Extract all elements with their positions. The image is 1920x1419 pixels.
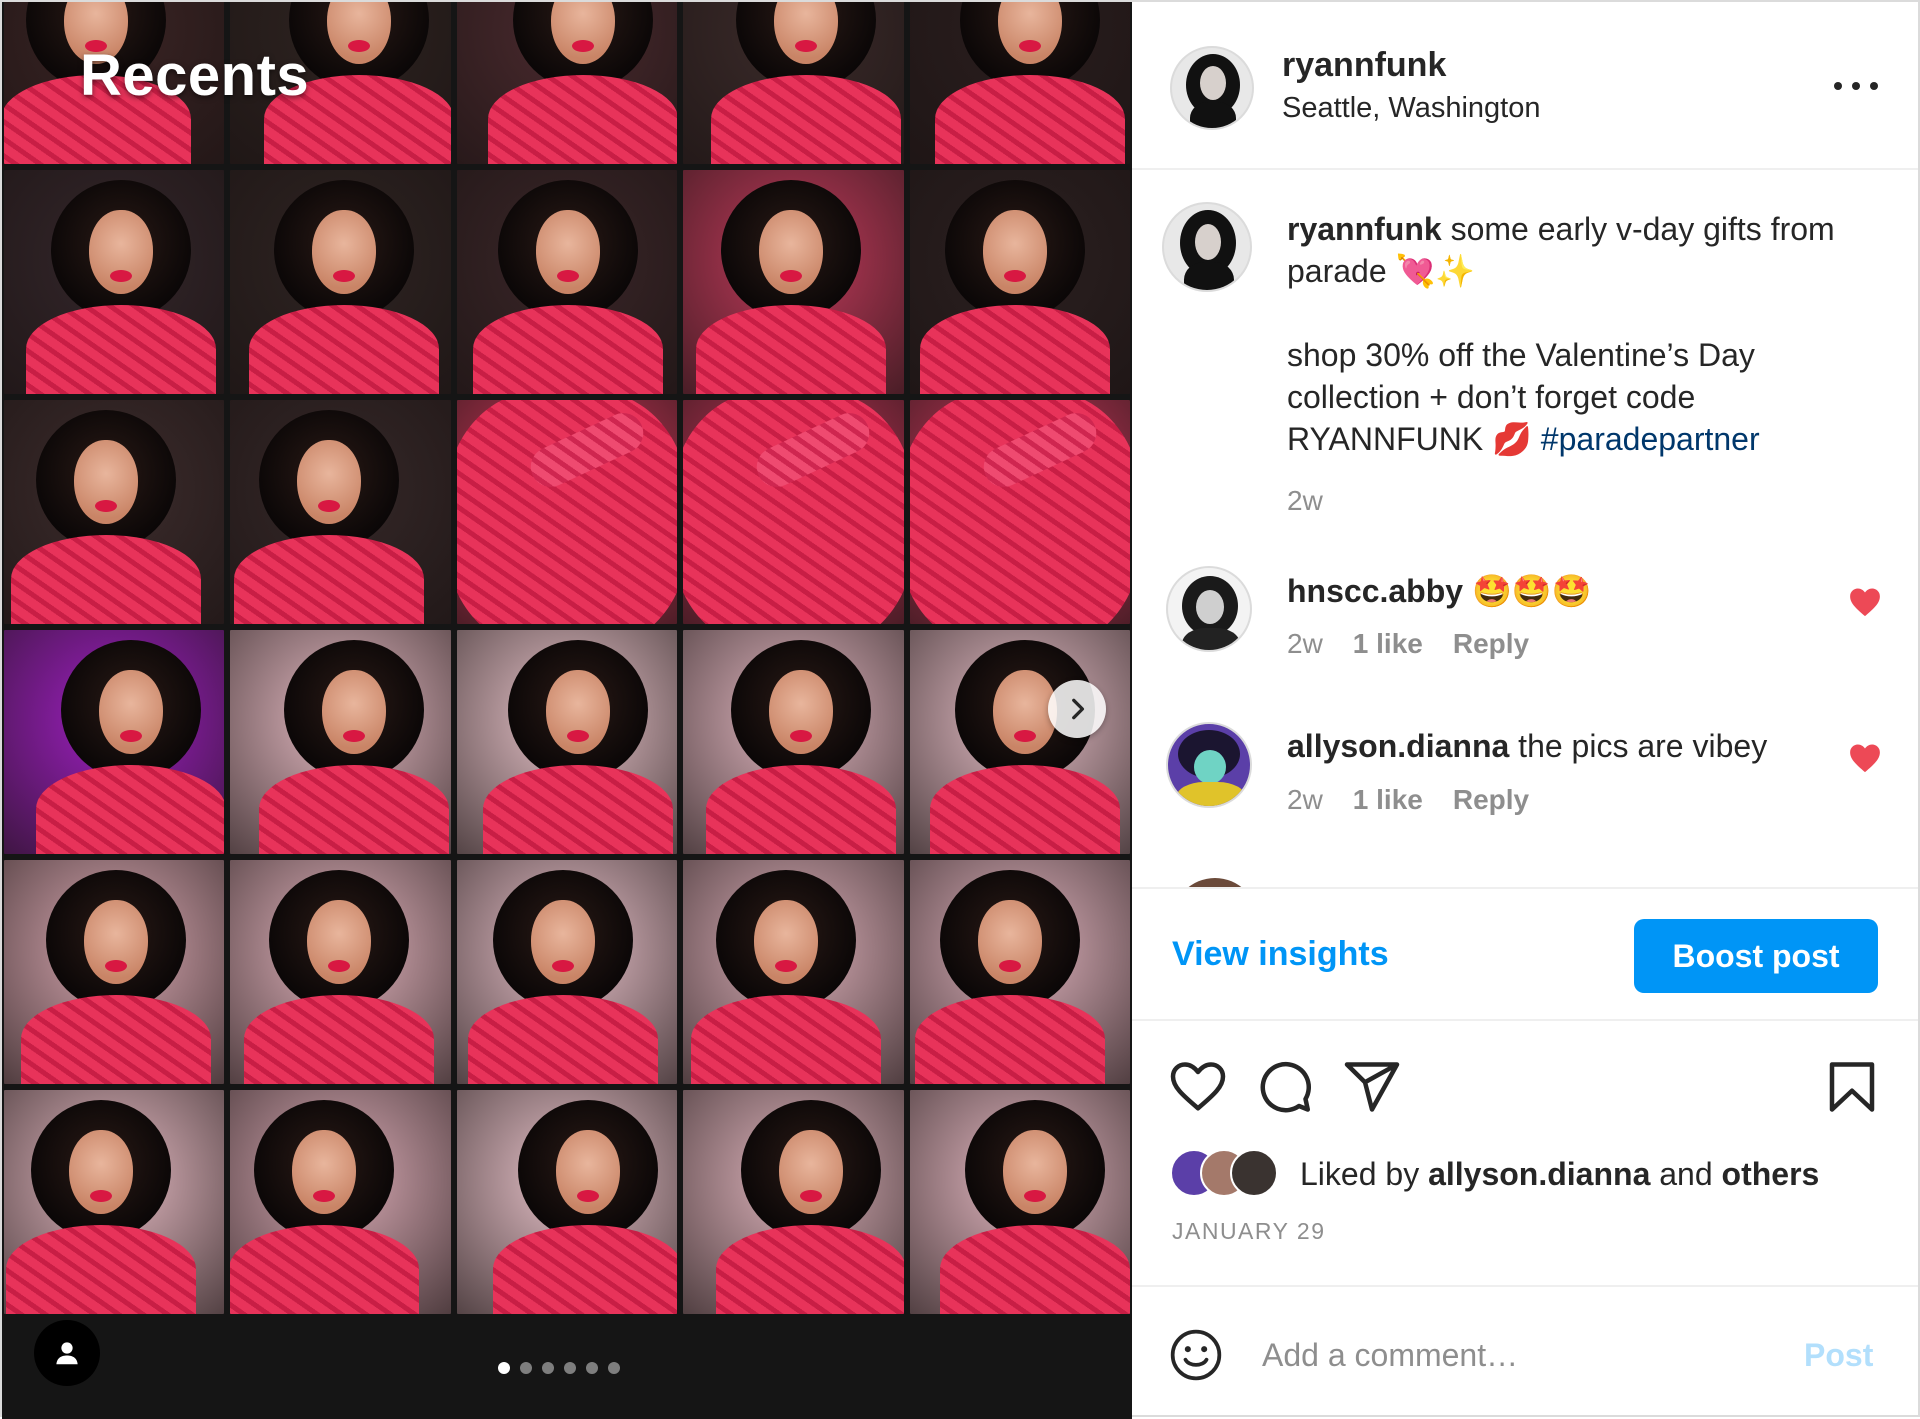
caption-username[interactable]: ryannfunk [1287, 211, 1442, 247]
bookmark-icon[interactable] [1822, 1057, 1882, 1117]
post-dialog: Recents ryannfunk Seattle, Washington ry… [0, 0, 1920, 1419]
photo-tile [4, 1090, 225, 1314]
comment-icon[interactable] [1254, 1057, 1314, 1117]
comments-scroll-area[interactable]: ryannfunk some early v-day gifts from pa… [1132, 172, 1918, 887]
add-comment-input[interactable] [1262, 1325, 1782, 1385]
photo-tile [4, 170, 225, 394]
photo-tile [909, 1090, 1130, 1314]
post-side-panel: ryannfunk Seattle, Washington ryannfunk … [1132, 2, 1918, 1415]
add-comment-bar: Post [1132, 1285, 1918, 1415]
liked-by-summary[interactable]: Liked by allyson.dianna and others [1170, 1149, 1819, 1199]
photo-tile [909, 400, 1130, 624]
more-options-button[interactable] [1830, 66, 1884, 106]
caption-hashtag[interactable]: #paradepartner [1541, 421, 1760, 457]
chevron-right-icon [1072, 698, 1085, 720]
liked-by-others[interactable]: others [1722, 1156, 1820, 1193]
photo-tile [683, 860, 904, 1084]
comment-reply-button[interactable]: Reply [1453, 628, 1529, 660]
carousel-indicator [498, 1362, 620, 1374]
photo-tile [4, 860, 225, 1084]
commenter-username[interactable]: hnscc.abby [1287, 573, 1463, 609]
liker-avatar [1230, 1149, 1278, 1197]
post-date[interactable]: JANUARY 29 [1172, 1218, 1326, 1245]
author-username[interactable]: ryannfunk [1282, 46, 1446, 85]
photo-tile [230, 630, 451, 854]
photo-tile [909, 860, 1130, 1084]
carousel-next-button[interactable] [1048, 680, 1106, 738]
comment-item: hnscc.abby 🤩🤩🤩 2w 1 like Reply [1132, 566, 1918, 696]
post-media[interactable]: Recents [2, 2, 1132, 1419]
photo-tile [456, 400, 678, 624]
carousel-dot [542, 1362, 554, 1374]
photo-tile [909, 170, 1130, 394]
post-location[interactable]: Seattle, Washington [1282, 92, 1540, 125]
emoji-icon[interactable] [1168, 1327, 1224, 1383]
comment-item: allyson.dianna the pics are vibey 2w 1 l… [1132, 722, 1918, 852]
photo-tile [230, 400, 451, 624]
boost-post-button[interactable]: Boost post [1634, 919, 1878, 993]
photo-tile [683, 170, 904, 394]
post-actions: Liked by allyson.dianna and others JANUA… [1132, 1021, 1918, 1291]
insights-bar: View insights Boost post [1132, 887, 1918, 1021]
caption-avatar[interactable] [1162, 202, 1252, 292]
comment-likes-count[interactable]: 1 like [1353, 784, 1423, 816]
photo-tile [4, 400, 225, 624]
comment-text: the pics are vibey [1518, 728, 1768, 764]
photo-tile [230, 860, 451, 1084]
photo-tile [456, 630, 678, 854]
commenter-avatar [1172, 878, 1258, 887]
post-header: ryannfunk Seattle, Washington [1132, 2, 1918, 170]
carousel-dot [520, 1362, 532, 1374]
photo-tile [456, 1090, 678, 1314]
liker-avatars [1170, 1149, 1290, 1199]
liked-by-prefix: Liked by [1300, 1155, 1420, 1192]
photo-tile [683, 400, 904, 624]
heart-icon[interactable] [1168, 1057, 1228, 1117]
recents-overlay-title: Recents [80, 43, 310, 108]
comment-likes-count[interactable]: 1 like [1353, 628, 1423, 660]
liked-by-user[interactable]: allyson.dianna [1428, 1156, 1650, 1193]
view-insights-link[interactable]: View insights [1172, 935, 1389, 974]
commenter-avatar[interactable] [1166, 566, 1252, 652]
carousel-dot [586, 1362, 598, 1374]
post-comment-button[interactable]: Post [1804, 1337, 1873, 1374]
carousel-dot [608, 1362, 620, 1374]
photo-tile [456, 170, 678, 394]
comment-timestamp[interactable]: 2w [1287, 784, 1323, 816]
carousel-dot [564, 1362, 576, 1374]
photo-tile [909, 2, 1130, 164]
photo-tile [909, 630, 1130, 854]
comment-text: 🤩🤩🤩 [1471, 573, 1592, 609]
comment-like-heart-icon[interactable] [1848, 742, 1882, 774]
carousel-dot [498, 1362, 510, 1374]
liked-by-and: and [1659, 1155, 1713, 1192]
photo-tile [4, 630, 225, 854]
post-caption: ryannfunk some early v-day gifts from pa… [1287, 208, 1887, 522]
photo-tile [456, 2, 678, 164]
photo-tile [683, 2, 904, 164]
user-tag-icon [56, 1342, 78, 1365]
commenter-username[interactable]: allyson.dianna [1287, 728, 1509, 764]
comment-like-heart-icon[interactable] [1848, 586, 1882, 618]
photo-tile [230, 1090, 451, 1314]
commenter-avatar[interactable] [1166, 722, 1252, 808]
photo-tile [683, 630, 904, 854]
photo-tile [230, 170, 451, 394]
comment-timestamp[interactable]: 2w [1287, 628, 1323, 660]
photo-tile [456, 860, 678, 1084]
photo-tile [683, 1090, 904, 1314]
photo-collage [2, 2, 1132, 1314]
author-avatar[interactable] [1170, 46, 1254, 130]
share-icon[interactable] [1342, 1057, 1402, 1117]
tagged-users-button[interactable] [34, 1320, 100, 1386]
comment-reply-button[interactable]: Reply [1453, 784, 1529, 816]
caption-timestamp[interactable]: 2w [1287, 480, 1887, 522]
